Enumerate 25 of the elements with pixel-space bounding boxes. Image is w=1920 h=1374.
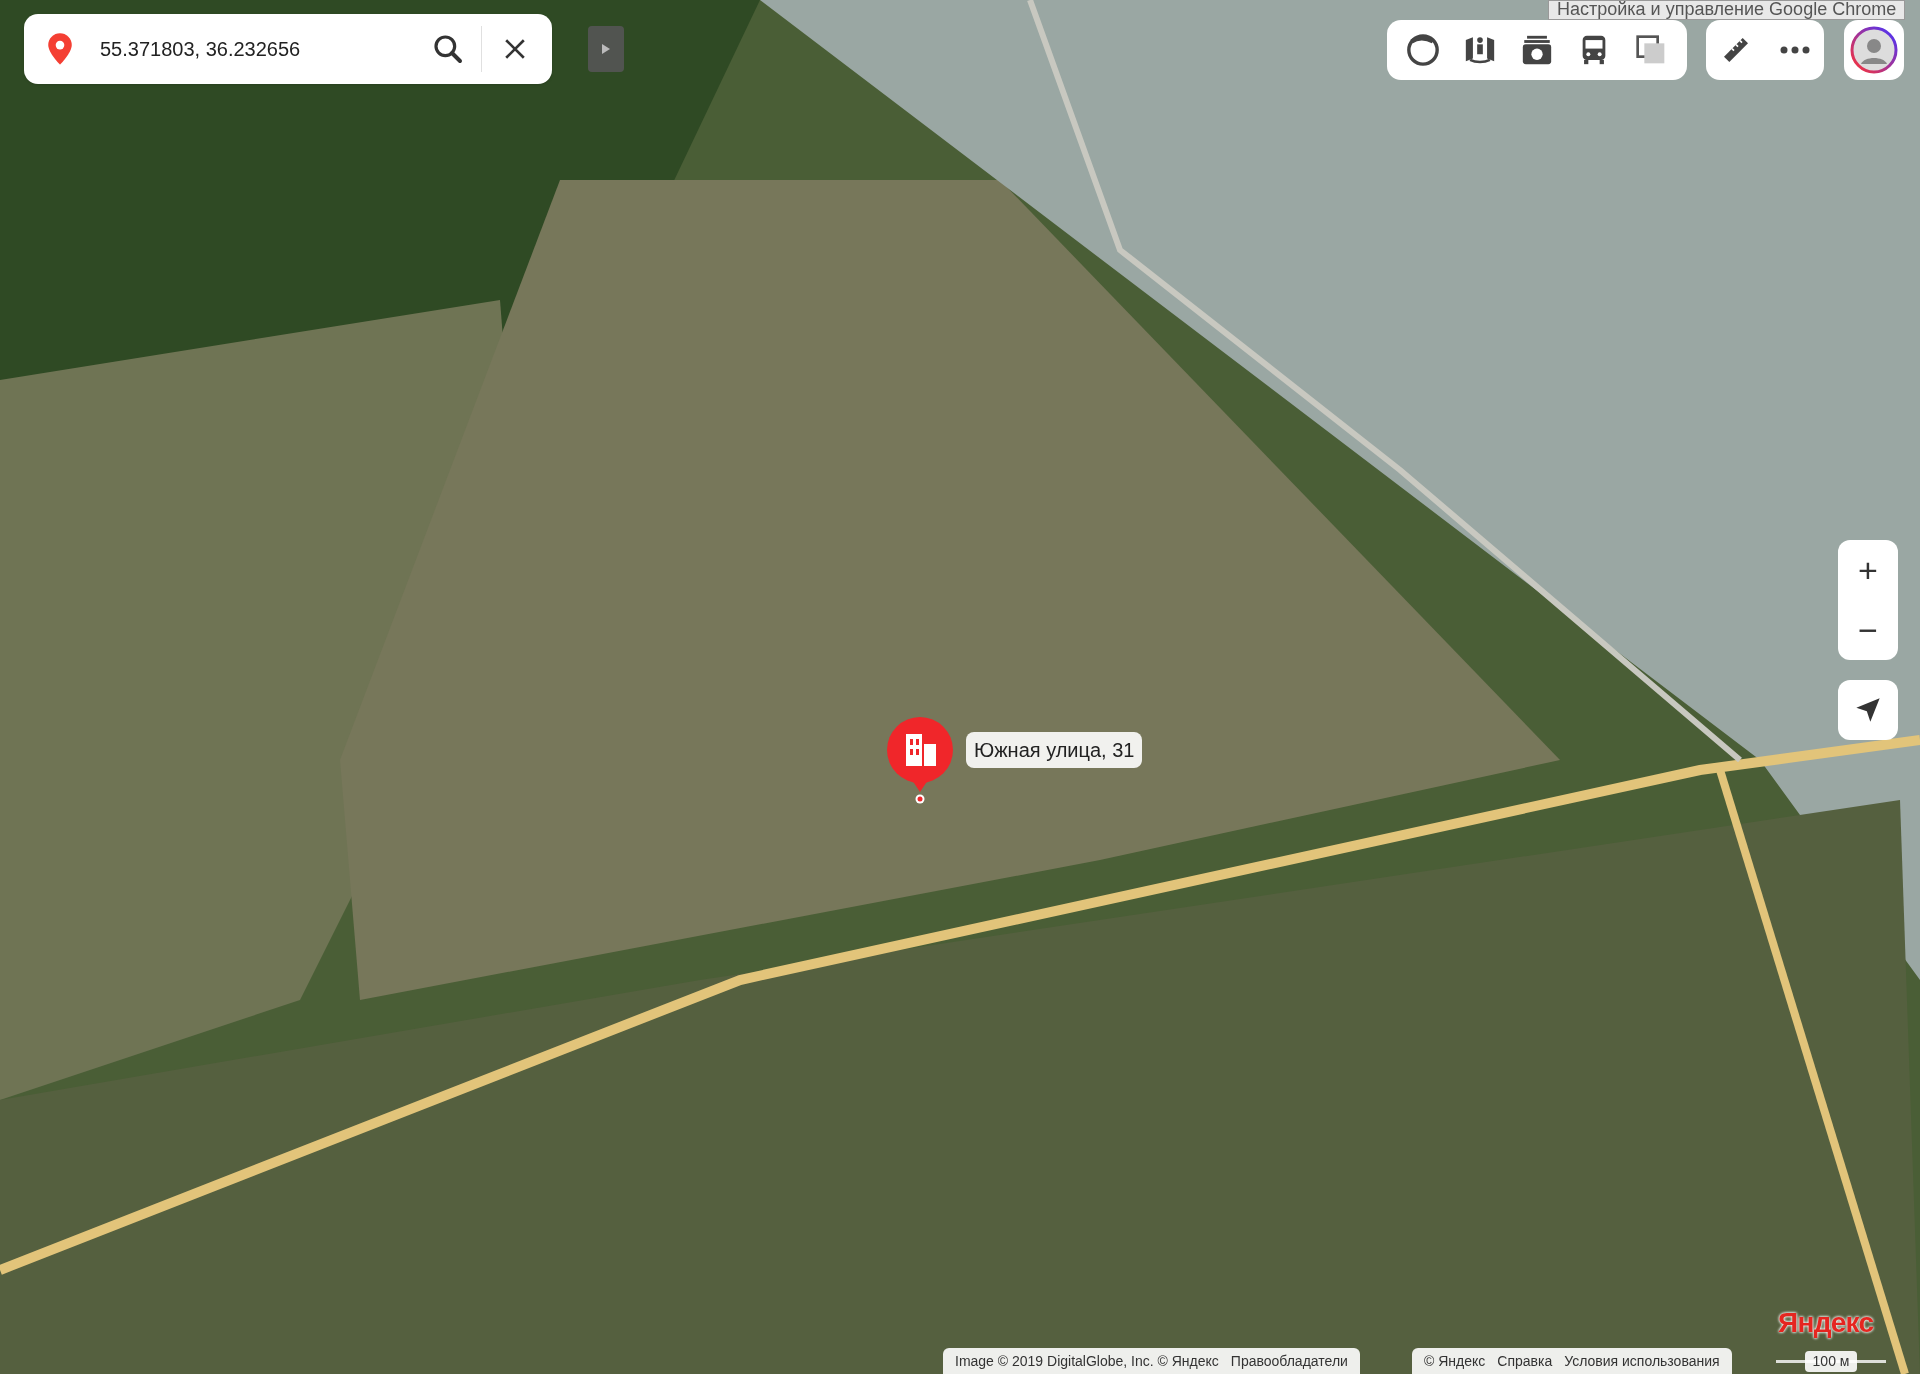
search-input-text[interactable]: 55.371803, 36.232656 [100, 34, 423, 64]
close-icon [504, 38, 526, 60]
layers-icon [1634, 34, 1667, 66]
building-marker-icon [884, 714, 956, 804]
search-field[interactable]: 55.371803, 36.232656 [24, 14, 552, 84]
browser-tooltip: Настройка и управление Google Chrome [1548, 0, 1906, 20]
more-icon [1779, 46, 1810, 54]
search-icon [432, 33, 464, 65]
address-label: Южная улица, 31 [966, 732, 1143, 768]
footer-link[interactable]: Справка [1497, 1350, 1553, 1372]
zoom-in-button[interactable]: + [1838, 540, 1898, 600]
copyright-text: Image © 2019 DigitalGlobe, Inc. © Яндекс [955, 1351, 1219, 1371]
zoom-out-button[interactable]: − [1838, 600, 1898, 660]
collapse-panel-button[interactable] [588, 26, 624, 72]
rights-holders-link[interactable]: Правообладатели [1230, 1350, 1348, 1372]
footer-link[interactable]: Условия использования [1564, 1350, 1720, 1372]
triangle-icon [601, 43, 611, 55]
avatar-icon [1850, 26, 1898, 74]
my-location-button[interactable] [1838, 680, 1898, 740]
camera-icon [1520, 33, 1554, 67]
user-avatar-button[interactable] [1844, 20, 1904, 80]
yandex-logo: Яндекс [1778, 1306, 1874, 1340]
circle-icon [1406, 33, 1441, 67]
footer-link[interactable]: © Яндекс [1424, 1350, 1486, 1372]
navigation-arrow-icon [1854, 696, 1882, 724]
